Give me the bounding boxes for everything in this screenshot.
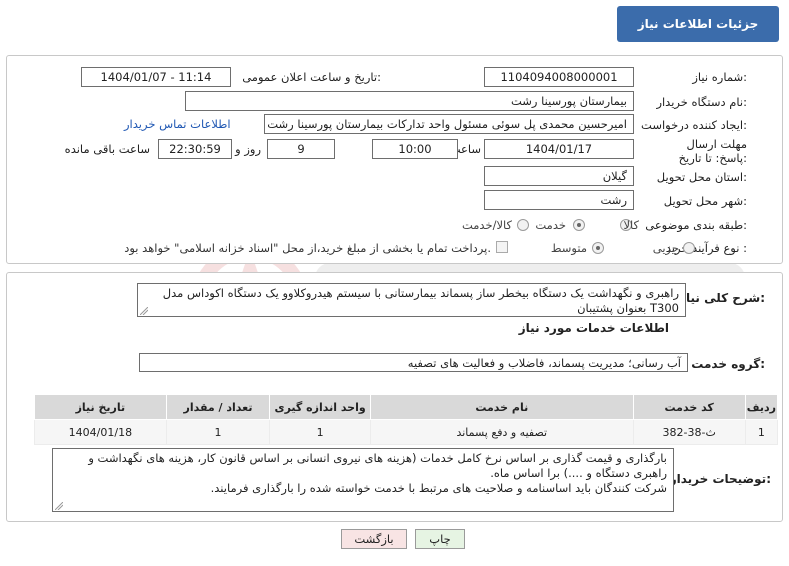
table-row[interactable]: 1 ث-38-382 تصفیه و دفع پسماند 1 1 1404/0… — [34, 419, 779, 445]
deadline-label: مهلت ارسال پاسخ: تا تاریخ: — [678, 137, 747, 165]
buyer-notes-label: توضیحات خریدار: — [669, 472, 771, 486]
delivery-province-label: استان محل تحویل: — [656, 170, 747, 184]
deadline-date-field[interactable]: 1404/01/17 — [484, 139, 634, 159]
cell-need-date: 1404/01/18 — [34, 419, 167, 445]
services-section-title: اطلاعات خدمات مورد نیاز — [518, 321, 669, 335]
category-goods-service-radio[interactable] — [517, 219, 529, 231]
process-minor-radio[interactable] — [683, 242, 695, 254]
summary-label: شرح کلی نیاز: — [679, 291, 765, 305]
summary-text: راهبری و نگهداشت یک دستگاه بیخطر ساز پسم… — [162, 286, 679, 315]
remaining-time-field[interactable]: 22:30:59 — [158, 139, 232, 159]
service-group-field[interactable]: آب رسانی؛ مدیریت پسماند، فاضلاب و فعالیت… — [139, 353, 688, 372]
cell-unit: 1 — [269, 419, 371, 445]
process-medium-radio[interactable] — [592, 242, 604, 254]
category-service-radio[interactable] — [573, 219, 585, 231]
resize-grip-icon[interactable] — [55, 502, 63, 510]
buyer-org-label: نام دستگاه خریدار: — [656, 95, 747, 109]
col-row-no: ردیف — [744, 394, 779, 420]
buyer-notes-textarea[interactable]: بارگذاری و قیمت گذاری بر اساس نرخ کامل خ… — [52, 448, 674, 512]
cell-quantity: 1 — [165, 419, 271, 445]
buyer-notes-line-3: شرکت کنندگان باید اساسنامه و صلاحیت های … — [210, 481, 667, 495]
days-label: روز و — [235, 142, 261, 156]
category-goods-label: کالا — [623, 218, 639, 232]
summary-textarea[interactable]: راهبری و نگهداشت یک دستگاه بیخطر ساز پسم… — [137, 283, 686, 317]
col-service-name: نام خدمت — [369, 394, 634, 420]
col-quantity: تعداد / مقدار — [165, 394, 271, 420]
remaining-time-label: ساعت باقی مانده — [64, 142, 150, 156]
buyer-notes-line-1: بارگذاری و قیمت گذاری بر اساس نرخ کامل خ… — [88, 451, 667, 465]
cell-service-code: ث-38-382 — [632, 419, 746, 445]
treasury-note: پرداخت تمام یا بخشی از مبلغ خرید،از محل … — [124, 241, 491, 255]
cell-row-no: 1 — [744, 419, 779, 445]
col-unit: واحد اندازه گیری — [269, 394, 371, 420]
process-medium-label: متوسط — [550, 241, 587, 255]
request-creator-label: ایجاد کننده درخواست: — [641, 118, 747, 132]
delivery-city-label: شهر محل تحویل: — [663, 194, 747, 208]
announce-datetime-label: تاریخ و ساعت اعلان عمومی: — [242, 70, 381, 84]
buyer-contact-link[interactable]: اطلاعات تماس خریدار — [124, 117, 231, 131]
page-title: جزئیات اطلاعات نیاز — [617, 6, 779, 42]
print-button[interactable]: چاپ — [415, 529, 465, 549]
need-number-label: شماره نیاز: — [692, 70, 747, 84]
need-number-field[interactable]: 1104094008000001 — [484, 67, 634, 87]
back-button[interactable]: بازگشت — [341, 529, 407, 549]
col-need-date: تاریخ نیاز — [34, 394, 167, 420]
resize-grip-icon[interactable] — [140, 307, 148, 315]
category-label: طبقه بندی موضوعی: — [645, 218, 747, 232]
category-service-label: خدمت — [535, 218, 566, 232]
process-minor-label: جزیی — [652, 241, 679, 255]
treasury-checkbox[interactable] — [496, 241, 508, 253]
remaining-days-field[interactable]: 9 — [267, 139, 335, 159]
service-group-label: گروه خدمت: — [691, 357, 765, 371]
cell-service-name: تصفیه و دفع پسماند — [369, 419, 634, 445]
col-service-code: کد خدمت — [632, 394, 746, 420]
deadline-time-field[interactable]: 10:00 — [372, 139, 458, 159]
services-table-header: ردیف کد خدمت نام خدمت واحد اندازه گیری ت… — [34, 394, 779, 420]
announce-datetime-field[interactable]: 1404/01/07 - 11:14 — [81, 67, 231, 87]
buyer-notes-line-2: راهبری دستگاه و ....) برا اساس ماه. — [490, 466, 667, 480]
category-goods-service-label: کالا/خدمت — [461, 218, 512, 232]
request-creator-field[interactable]: امیرحسین محمدی پل سوئی مسئول واحد تدارکا… — [264, 114, 634, 134]
delivery-province-field[interactable]: گیلان — [484, 166, 634, 186]
delivery-city-field[interactable]: رشت — [484, 190, 634, 210]
buyer-org-field[interactable]: بیمارستان پورسینا رشت — [185, 91, 634, 111]
services-table: ردیف کد خدمت نام خدمت واحد اندازه گیری ت… — [34, 394, 779, 445]
